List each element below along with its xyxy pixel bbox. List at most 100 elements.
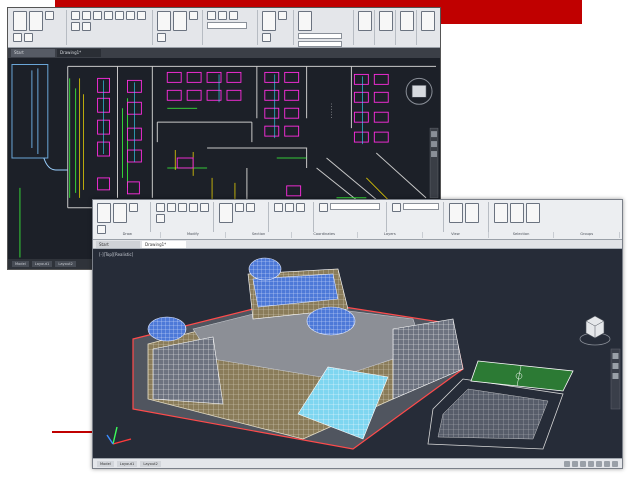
ribbon3d-group-section	[217, 202, 269, 232]
linetype-dropdown[interactable]	[298, 41, 343, 47]
mirror-icon[interactable]	[115, 11, 125, 20]
text-tool-icon[interactable]	[157, 11, 172, 31]
ribbon-3d: Draw Modify Section Coordinates Layers V…	[93, 200, 622, 240]
west-wing-facade	[152, 336, 224, 405]
dome-right	[306, 306, 356, 336]
leader-icon[interactable]	[189, 11, 199, 20]
layout-tab-model-3d[interactable]: Model	[97, 461, 114, 467]
layout-tab-layout1[interactable]: Layout1	[31, 261, 53, 267]
layer-properties-icon[interactable]	[206, 11, 216, 20]
plan-vertical-text: - - - - - -	[328, 103, 333, 118]
rotate3d-icon[interactable]	[167, 203, 176, 212]
rotate-icon[interactable]	[82, 11, 92, 20]
ucs-face-icon[interactable]	[296, 203, 305, 212]
layer-on-icon[interactable]	[217, 11, 227, 20]
dimension-tool-icon[interactable]	[173, 11, 188, 31]
ribbon-group-modify	[69, 10, 154, 45]
insert-block-icon[interactable]	[261, 11, 276, 31]
panel-name-groups: Groups	[554, 232, 620, 238]
group-edit-icon[interactable]	[526, 203, 540, 223]
file-tabs-3d: Start Drawing1*	[93, 240, 622, 249]
snap-toggle-icon[interactable]	[572, 461, 578, 467]
polyline-tool-icon[interactable]	[29, 11, 43, 31]
ribbon-group-clipboard	[398, 10, 418, 45]
live-section-icon[interactable]	[246, 203, 255, 212]
box-tool-icon[interactable]	[97, 203, 111, 223]
ribbon3d-group-groups	[492, 202, 552, 232]
viewcube-icon[interactable]	[579, 315, 611, 346]
layer-dropdown-3d[interactable]	[330, 203, 380, 210]
customize-icon[interactable]	[612, 461, 618, 467]
rectangle-tool-icon[interactable]	[24, 33, 33, 42]
panel-name-modify: Modify	[161, 232, 227, 238]
base-view-icon[interactable]	[421, 11, 436, 31]
move3d-icon[interactable]	[156, 203, 165, 212]
layout-tab-model[interactable]: Model	[12, 261, 29, 267]
panel-name-section: Section	[226, 232, 292, 238]
ribbon-2d	[8, 8, 440, 48]
autocad-3d-window: Draw Modify Section Coordinates Layers V…	[92, 199, 623, 469]
arc-tool-icon[interactable]	[13, 33, 22, 42]
layer-dropdown[interactable]	[206, 22, 247, 29]
ucs-origin-icon[interactable]	[285, 203, 294, 212]
edit-block-icon[interactable]	[261, 33, 271, 42]
ribbon-group-view	[419, 10, 437, 45]
create-block-icon[interactable]	[277, 11, 287, 20]
panel-name-selection: Selection	[489, 232, 555, 238]
mirror3d-icon[interactable]	[189, 203, 198, 212]
measure-icon[interactable]	[379, 11, 394, 31]
stretch-icon[interactable]	[137, 11, 147, 20]
union-icon[interactable]	[156, 214, 165, 223]
layout-tab-layout2-3d[interactable]: Layout2	[140, 461, 161, 467]
ortho-toggle-icon[interactable]	[580, 461, 586, 467]
visual-style-icon[interactable]	[392, 203, 401, 212]
copy-icon[interactable]	[104, 11, 114, 20]
scale-icon[interactable]	[71, 22, 81, 31]
ribbon-group-groups	[356, 10, 376, 45]
table-icon[interactable]	[157, 33, 167, 42]
ribbon3d-group-modify	[154, 202, 214, 232]
trim-icon[interactable]	[93, 11, 103, 20]
file-tabs-2d: Start Drawing1*	[8, 48, 440, 58]
tab-drawing[interactable]: Drawing1*	[57, 49, 101, 57]
match-properties-icon[interactable]	[298, 11, 313, 31]
culling-icon[interactable]	[449, 203, 463, 223]
tab-drawing-3d[interactable]: Drawing1*	[142, 241, 186, 248]
move-icon[interactable]	[71, 11, 81, 20]
color-dropdown[interactable]	[298, 33, 343, 39]
line-tool-icon[interactable]	[13, 11, 27, 31]
visual-style-dropdown[interactable]	[403, 203, 439, 210]
layer-freeze-icon[interactable]	[228, 11, 238, 20]
grid-toggle-icon[interactable]	[564, 461, 570, 467]
navigation-bar-icon[interactable]	[429, 127, 439, 199]
layout-tab-layout2[interactable]: Layout2	[55, 261, 76, 267]
model-3d-drawing	[106, 257, 621, 450]
workspace-icon[interactable]	[604, 461, 610, 467]
align3d-icon[interactable]	[178, 203, 187, 212]
array-icon[interactable]	[82, 22, 92, 31]
group-icon[interactable]	[358, 11, 373, 31]
osnap-toggle-icon[interactable]	[596, 461, 602, 467]
section-plane-small-icon[interactable]	[235, 203, 244, 212]
navigation-bar-icon[interactable]	[610, 348, 621, 410]
ribbon-group-block	[260, 10, 295, 45]
tab-start-3d[interactable]: Start	[96, 241, 140, 248]
section-plane-icon[interactable]	[219, 203, 233, 223]
ribbon-group-annotation	[155, 10, 203, 45]
group-3d-icon[interactable]	[494, 203, 508, 223]
tab-start[interactable]: Start	[11, 49, 55, 57]
ucs-world-icon[interactable]	[274, 203, 283, 212]
layout-tab-layout1-3d[interactable]: Layout1	[116, 461, 138, 467]
paste-icon[interactable]	[400, 11, 415, 31]
ungroup-icon[interactable]	[510, 203, 524, 223]
extrude-tool-icon[interactable]	[113, 203, 127, 223]
gizmo-icon[interactable]	[465, 203, 479, 223]
cylinder-tool-icon[interactable]	[129, 203, 138, 212]
circle-tool-icon[interactable]	[45, 11, 54, 20]
fillet-icon[interactable]	[126, 11, 136, 20]
model-3d-canvas[interactable]: [-][Top][Realistic]	[93, 249, 622, 460]
ribbon3d-group-view	[390, 202, 444, 232]
layer-properties-3d-icon[interactable]	[319, 203, 328, 212]
array3d-icon[interactable]	[200, 203, 209, 212]
polar-toggle-icon[interactable]	[588, 461, 594, 467]
